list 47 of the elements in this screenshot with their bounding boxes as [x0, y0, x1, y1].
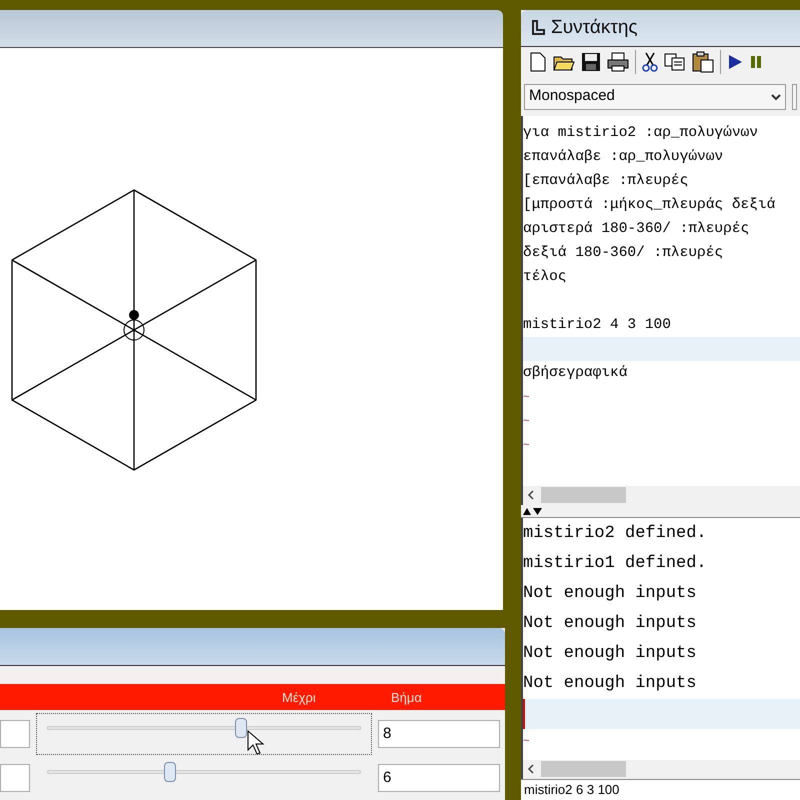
- size-dropdown[interactable]: [792, 84, 797, 110]
- toolbar-separator: [720, 50, 721, 74]
- empty-line-marker: ~: [523, 392, 530, 404]
- scroll-left-icon[interactable]: [527, 490, 535, 500]
- output-line: mistirio2 defined.: [523, 524, 707, 543]
- code-line: τέλος: [523, 268, 567, 285]
- copy-icon[interactable]: [664, 52, 686, 72]
- empty-line-marker: ~: [523, 736, 530, 748]
- number-field[interactable]: [0, 764, 30, 792]
- chevron-down-icon: [771, 92, 781, 101]
- clipboard-icon[interactable]: [692, 50, 714, 73]
- code-line: [επανάλαβε :πλευρές: [523, 172, 688, 189]
- value-field[interactable]: 6: [378, 764, 500, 792]
- code-line: επανάλαβε :αρ_πολυγώνων: [523, 148, 724, 165]
- new-file-icon[interactable]: [529, 52, 547, 72]
- code-line: δεξιά 180-360/ :πλευρές: [523, 244, 724, 261]
- scroll-left-icon[interactable]: [527, 764, 535, 774]
- window-icon: [531, 20, 545, 36]
- code-line: για mistirio2 :αρ_πολυγώνων: [523, 124, 758, 141]
- mouse-pointer-icon: [247, 730, 265, 756]
- toolbar-separator: [635, 50, 636, 74]
- output-line: Not enough inputs: [523, 614, 696, 633]
- code-line: σβήσεγραφικά: [523, 364, 628, 381]
- slider[interactable]: [36, 713, 372, 755]
- window-title: Συντάκτης: [551, 16, 638, 40]
- output-line: Not enough inputs: [523, 584, 696, 603]
- slider-thumb[interactable]: [164, 762, 176, 782]
- code-line: αριστερά 180-360/ :πλευρές: [523, 220, 750, 237]
- code-line: [μπροστά :μήκος_πλευράς δεξιά: [523, 196, 776, 213]
- code-line: mistirio2 4 3 100: [523, 316, 671, 333]
- number-field[interactable]: [0, 720, 30, 748]
- empty-line-marker: ~: [523, 416, 530, 428]
- splitter-arrows-icon[interactable]: [523, 506, 543, 515]
- play-icon[interactable]: [727, 52, 743, 71]
- font-dropdown[interactable]: Monospaced: [524, 84, 786, 110]
- code-editor[interactable]: για mistirio2 :αρ_πολυγώνων επανάλαβε :αρ_πολυγώνων [επανάλαβε :πλευρές [μπροστά :μήκος_πλευράς δεξιά αριστερά 180-360/ :πλευρές δεξιά 180-360/ :πλευρές τέλος mistirio2 4 3 100 σβήσεγραφικά ~ ~ ~: [521, 116, 800, 486]
- printer-icon[interactable]: [607, 52, 629, 72]
- value-field[interactable]: 8: [378, 720, 500, 748]
- scissors-icon[interactable]: [642, 52, 658, 72]
- header-label: Μέχρι: [282, 689, 316, 708]
- header-label: Βήμα: [391, 689, 422, 708]
- output-line: mistirio1 defined.: [523, 554, 707, 573]
- slider-thumb[interactable]: [235, 718, 248, 738]
- output-line: Not enough inputs: [523, 644, 696, 663]
- output-line: Not enough inputs: [523, 674, 696, 693]
- empty-line-marker: ~: [523, 440, 530, 452]
- command-field[interactable]: mistirio2 6 3 100: [521, 779, 800, 800]
